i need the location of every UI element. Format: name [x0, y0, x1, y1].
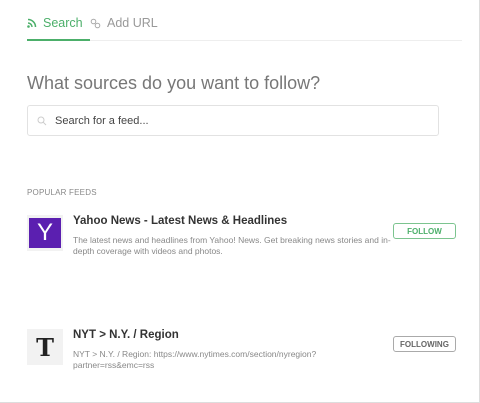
search-icon [37, 116, 47, 125]
page-title: What sources do you want to follow? [27, 73, 321, 93]
tab-bar: Search Add URL [27, 14, 462, 41]
tab-add-url-label: Add URL [107, 16, 158, 30]
tab-add-url[interactable]: Add URL [90, 16, 158, 30]
feed-title: NYT > N.Y. / Region [73, 329, 179, 341]
tab-search-label: Search [43, 16, 83, 30]
tab-search[interactable]: Search [27, 16, 90, 41]
rss-icon [27, 18, 37, 28]
nyt-logo: T [27, 329, 63, 365]
feed-description: NYT > N.Y. / Region: https://www.nytimes… [73, 349, 317, 370]
following-button[interactable]: FOLLOWING [393, 336, 456, 352]
yahoo-logo: Y [27, 215, 63, 251]
search-input[interactable] [55, 114, 415, 127]
feed-title: Yahoo News - Latest News & Headlines [73, 215, 288, 227]
link-icon [90, 18, 101, 28]
follow-button[interactable]: FOLLOW [393, 223, 456, 239]
section-label: POPULAR FEEDS [27, 188, 97, 197]
feed-description: The latest news and headlines from Yahoo… [73, 235, 391, 256]
search-box[interactable] [27, 105, 439, 136]
